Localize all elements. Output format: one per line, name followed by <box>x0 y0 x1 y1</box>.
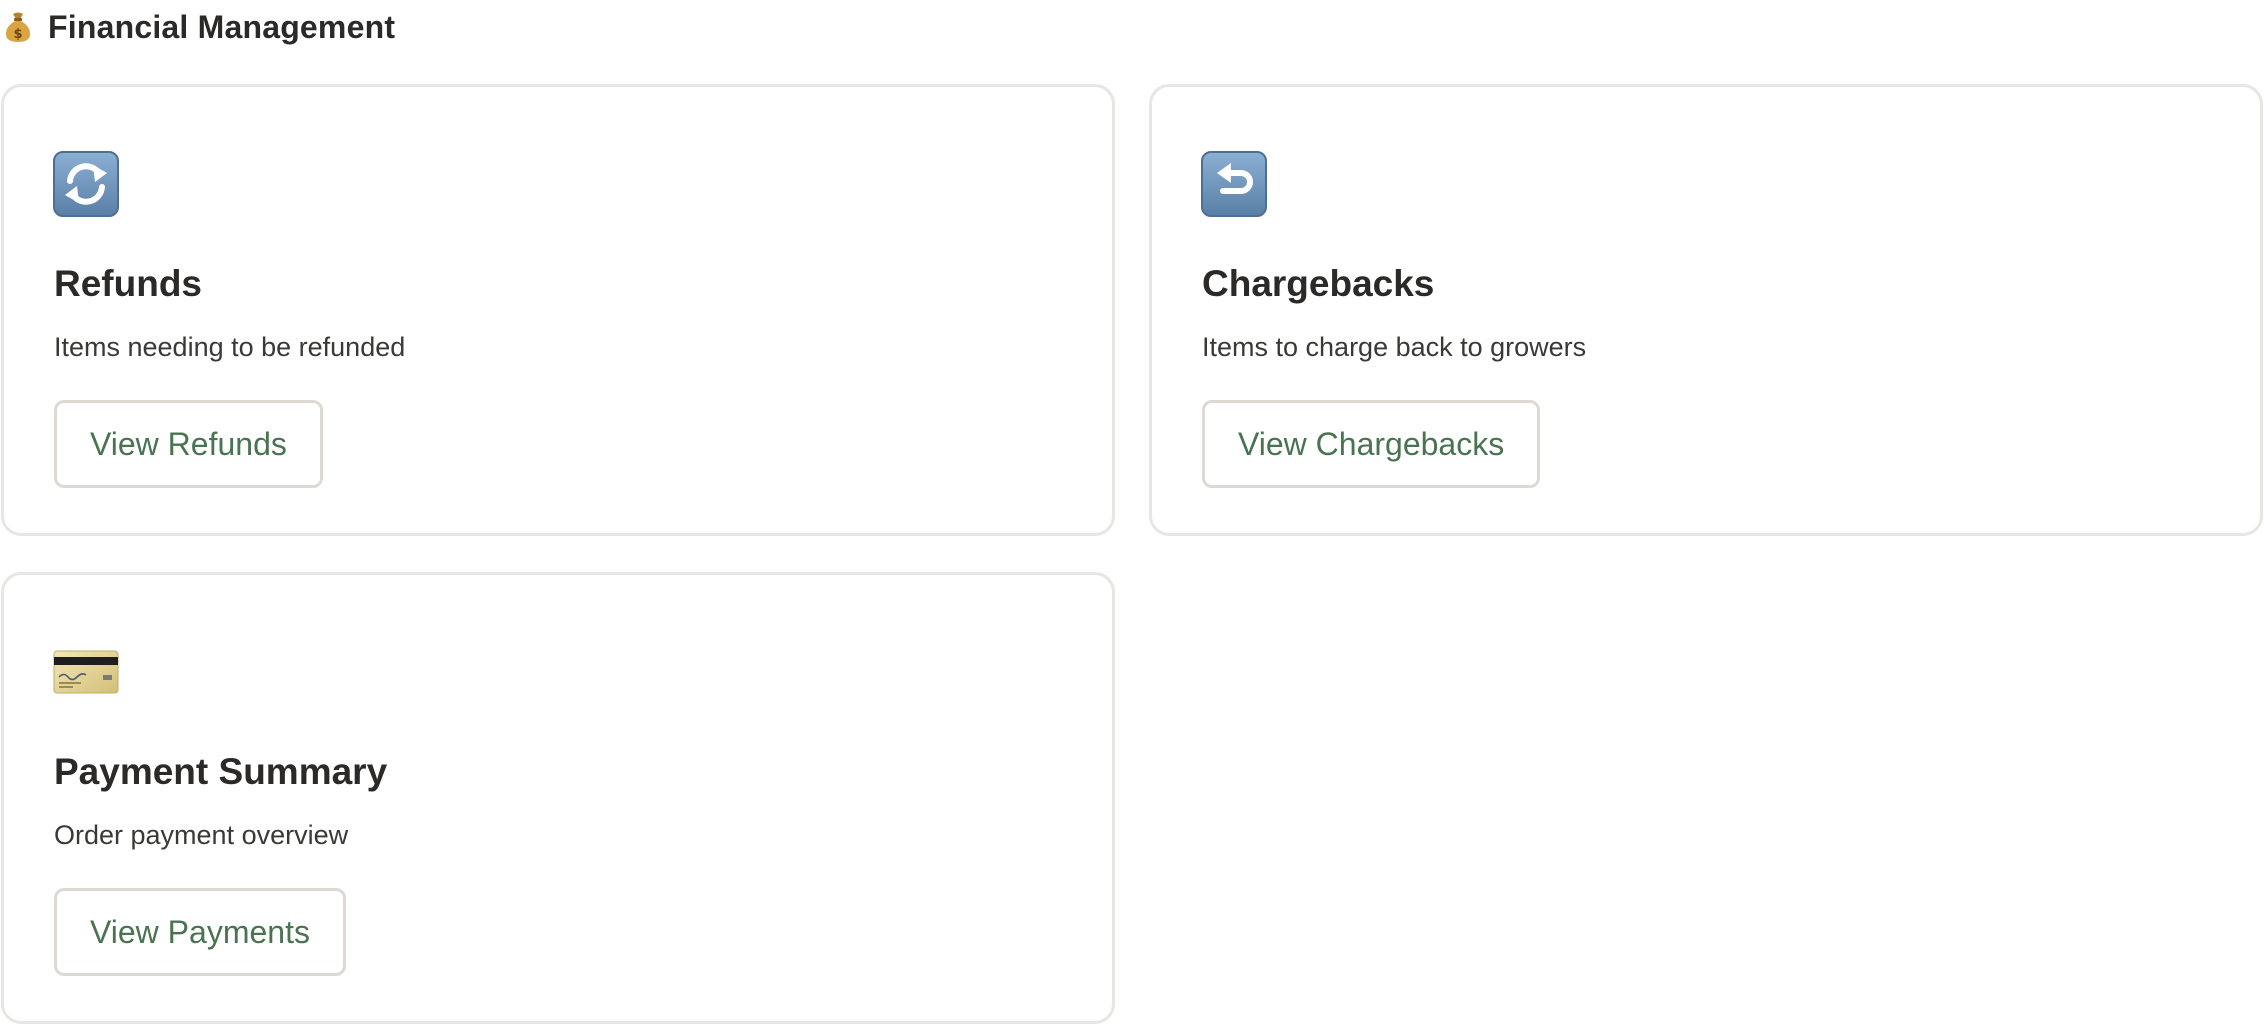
page-title: Financial Management <box>48 8 396 45</box>
view-chargebacks-button[interactable]: View Chargebacks <box>1202 400 1541 488</box>
view-refunds-button[interactable]: View Refunds <box>54 400 323 488</box>
chargebacks-card: Chargebacks Items to charge back to grow… <box>1149 84 2263 536</box>
money-bag-icon: $ <box>6 12 30 42</box>
financial-management-page: $ Financial Management Refunds Items nee… <box>0 0 2264 1026</box>
return-arrow-icon <box>1201 151 1267 217</box>
card-description: Items to charge back to growers <box>1202 332 1587 362</box>
card-title: Chargebacks <box>1202 263 1435 304</box>
refunds-card: Refunds Items needing to be refunded Vie… <box>1 84 1115 536</box>
view-payments-button[interactable]: View Payments <box>54 888 346 976</box>
section-header: $ Financial Management <box>4 6 395 48</box>
credit-card-icon <box>53 639 119 705</box>
card-title: Payment Summary <box>54 751 388 792</box>
card-title: Refunds <box>54 263 202 304</box>
refresh-icon <box>53 151 119 217</box>
card-description: Order payment overview <box>54 820 349 850</box>
svg-text:$: $ <box>13 27 22 42</box>
payment-summary-card: Payment Summary Order payment overview V… <box>1 572 1115 1024</box>
card-description: Items needing to be refunded <box>54 332 406 362</box>
